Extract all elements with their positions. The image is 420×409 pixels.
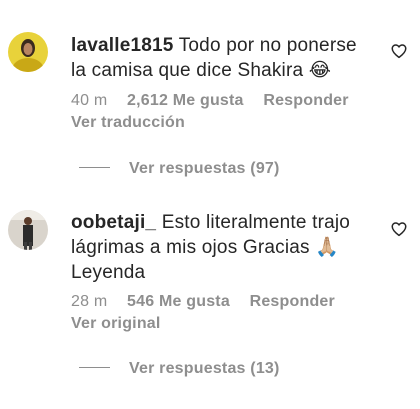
view-replies-label: Ver respuestas (13) — [129, 360, 280, 377]
comment-item: lavalle1815 Todo por no ponerse la camis… — [0, 0, 420, 200]
comment-time: 28 m — [71, 293, 108, 310]
replies-divider — [79, 167, 110, 169]
comment-username[interactable]: lavalle1815 — [71, 35, 174, 56]
avatar[interactable] — [8, 32, 48, 72]
comment-meta: 40 m 2,612 Me gusta Responder — [71, 92, 364, 110]
comment-body: lavalle1815 Todo por no ponerse la camis… — [71, 33, 376, 83]
view-replies-button[interactable]: Ver respuestas (13) — [79, 360, 280, 378]
comment-time: 40 m — [71, 92, 108, 109]
comment-item: oobetaji_ Esto literalmente trajo lágrim… — [0, 200, 420, 409]
comment-text: lavalle1815 Todo por no ponerse la camis… — [71, 33, 376, 83]
comment-text: oobetaji_ Esto literalmente trajo lágrim… — [71, 210, 376, 285]
comment-username[interactable]: oobetaji_ — [71, 212, 156, 233]
see-original-link[interactable]: Ver original — [71, 315, 161, 333]
comment-likes[interactable]: 2,612 Me gusta — [127, 92, 244, 110]
view-replies-button[interactable]: Ver respuestas (97) — [79, 160, 280, 178]
view-replies-label: Ver respuestas (97) — [129, 160, 280, 177]
comment-body: oobetaji_ Esto literalmente trajo lágrim… — [71, 210, 376, 285]
comment-likes[interactable]: 546 Me gusta — [127, 293, 230, 311]
see-translation-link[interactable]: Ver traducción — [71, 114, 185, 132]
reply-button[interactable]: Responder — [263, 92, 348, 110]
comment-meta: 28 m 546 Me gusta Responder — [71, 293, 350, 311]
avatar-photo-icon — [8, 210, 48, 250]
avatar[interactable] — [8, 210, 48, 250]
heart-outline-icon[interactable] — [390, 220, 408, 238]
replies-divider — [79, 367, 110, 369]
reply-button[interactable]: Responder — [250, 293, 335, 311]
heart-outline-icon[interactable] — [390, 42, 408, 60]
avatar-photo-icon — [8, 32, 48, 72]
